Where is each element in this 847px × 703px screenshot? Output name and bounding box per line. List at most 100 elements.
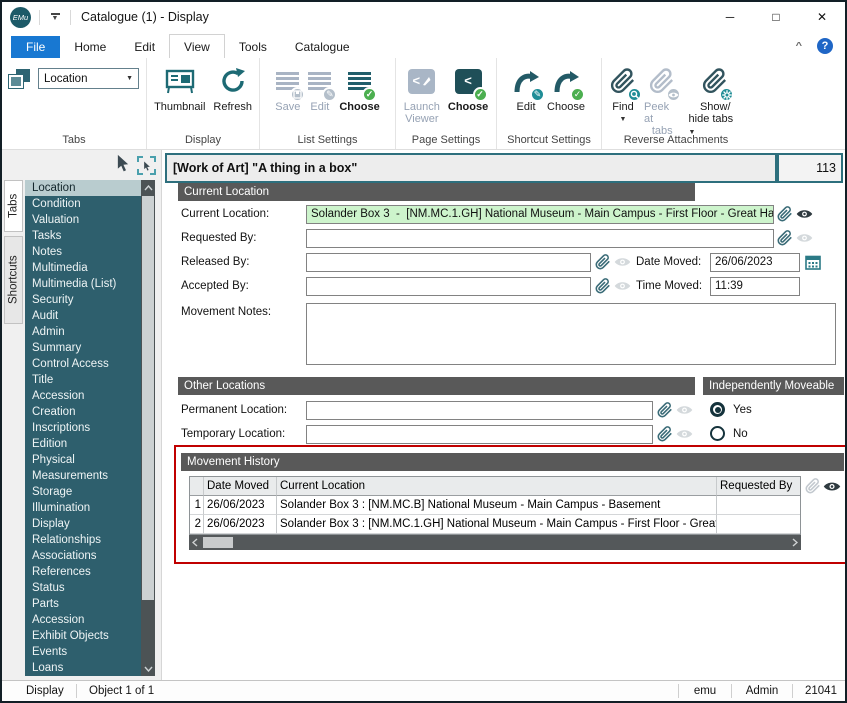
scroll-up-icon[interactable] xyxy=(141,180,155,195)
sidebar-item-status[interactable]: Status xyxy=(25,580,141,596)
sidebar-item-valuation[interactable]: Valuation xyxy=(25,212,141,228)
sidebar-item-parts[interactable]: Parts xyxy=(25,596,141,612)
sidebar-item-condition[interactable]: Condition xyxy=(25,196,141,212)
status-user: emu xyxy=(679,685,731,697)
table-cell: 26/06/2023 xyxy=(204,496,277,515)
date-moved-field[interactable]: 26/06/2023 xyxy=(710,253,800,272)
table-header-row: Date Moved Current Location Requested By xyxy=(190,477,800,496)
minimize-button[interactable]: ─ xyxy=(707,2,753,32)
sidebar-item-multimedia[interactable]: Multimedia xyxy=(25,260,141,276)
maximize-button[interactable]: □ xyxy=(753,2,799,32)
tab-catalogue[interactable]: Catalogue xyxy=(281,36,364,58)
scroll-left-icon[interactable] xyxy=(189,538,201,547)
sidebar-scrollbar[interactable] xyxy=(141,180,155,676)
sidebar-item-edition[interactable]: Edition xyxy=(25,436,141,452)
sidebar-item-accession[interactable]: Accession xyxy=(25,388,141,404)
scroll-right-icon[interactable] xyxy=(789,538,801,547)
tabs-combobox[interactable]: Location ▼ xyxy=(38,68,139,89)
tab-tools[interactable]: Tools xyxy=(225,36,281,58)
sidebar-item-audit[interactable]: Audit xyxy=(25,308,141,324)
table-row[interactable]: 126/06/2023Solander Box 3 : [NM.MC.B] Na… xyxy=(190,496,800,515)
table-horizontal-scrollbar[interactable] xyxy=(189,535,801,550)
sidebar-item-creation[interactable]: Creation xyxy=(25,404,141,420)
sidebar-item-display[interactable]: Display xyxy=(25,516,141,532)
tab-home[interactable]: Home xyxy=(60,36,120,58)
pointer-cursor-icon[interactable] xyxy=(115,154,131,177)
sidebar-item-inscriptions[interactable]: Inscriptions xyxy=(25,420,141,436)
attach-icon[interactable] xyxy=(656,425,674,443)
close-button[interactable]: ✕ xyxy=(799,2,845,32)
attach-icon[interactable] xyxy=(594,277,612,295)
shortcut-edit-button[interactable]: ✎ Edit xyxy=(509,64,543,113)
permanent-location-field[interactable] xyxy=(306,401,653,420)
sidebar-zone: Tabs Shortcuts LocationConditionValuatio… xyxy=(2,150,162,680)
record-title-field[interactable]: [Work of Art] "A thing in a box" xyxy=(165,153,777,183)
sidebar-item-control-access[interactable]: Control Access xyxy=(25,356,141,372)
attach-icon[interactable] xyxy=(656,401,674,419)
sidebar-item-security[interactable]: Security xyxy=(25,292,141,308)
scroll-down-icon[interactable] xyxy=(141,661,155,676)
movement-history-table[interactable]: Date Moved Current Location Requested By… xyxy=(189,476,801,535)
launch-viewer-icon: < xyxy=(408,64,435,98)
tab-view[interactable]: View xyxy=(169,34,225,58)
show-hide-attachments-icon xyxy=(702,64,728,98)
sidebar-item-illumination[interactable]: Illumination xyxy=(25,500,141,516)
sidebar-item-exhibit-objects[interactable]: Exhibit Objects xyxy=(25,628,141,644)
time-moved-field[interactable]: 11:39 xyxy=(710,277,800,296)
tab-edit[interactable]: Edit xyxy=(120,36,169,58)
eye-icon[interactable] xyxy=(795,205,813,223)
requested-by-field[interactable] xyxy=(306,229,774,248)
find-button[interactable]: Find ▼ xyxy=(606,64,640,139)
sidebar-item-references[interactable]: References xyxy=(25,564,141,580)
radio-yes[interactable] xyxy=(710,402,725,417)
scrollbar-thumb[interactable] xyxy=(142,196,154,600)
sidebar-item-multimedia-list-[interactable]: Multimedia (List) xyxy=(25,276,141,292)
sidebar-item-relationships[interactable]: Relationships xyxy=(25,532,141,548)
sidebar-item-loans[interactable]: Loans xyxy=(25,660,141,676)
movement-notes-field[interactable] xyxy=(306,303,836,365)
temporary-location-field[interactable] xyxy=(306,425,653,444)
accepted-by-field[interactable] xyxy=(306,277,591,296)
sidebar-item-events[interactable]: Events xyxy=(25,644,141,660)
scrollbar-thumb[interactable] xyxy=(203,537,233,548)
radio-no[interactable] xyxy=(710,426,725,441)
shortcut-choose-button[interactable]: ✓ Choose xyxy=(543,64,589,113)
collapse-ribbon-icon[interactable]: ^ xyxy=(796,41,802,51)
sidebar-item-location[interactable]: Location xyxy=(25,180,141,196)
select-region-icon[interactable] xyxy=(137,156,156,175)
attach-icon[interactable] xyxy=(594,253,612,271)
sidebar-item-notes[interactable]: Notes xyxy=(25,244,141,260)
released-by-field[interactable] xyxy=(306,253,591,272)
calendar-icon[interactable] xyxy=(804,253,822,271)
sidebar-item-title[interactable]: Title xyxy=(25,372,141,388)
show-hide-tabs-button[interactable]: Show/ hide tabs ▼ xyxy=(685,64,746,139)
record-page: [Work of Art] "A thing in a box" 113 Cur… xyxy=(163,150,845,680)
launch-viewer-button: < Launch Viewer xyxy=(400,64,444,125)
help-icon[interactable]: ? xyxy=(817,38,833,54)
record-number-field[interactable]: 113 xyxy=(777,153,843,183)
sidebar-item-associations[interactable]: Associations xyxy=(25,548,141,564)
attach-icon[interactable] xyxy=(776,205,794,223)
current-location-field[interactable]: Solander Box 3 - [NM.MC.1.GH] National M… xyxy=(306,205,774,224)
tab-file[interactable]: File xyxy=(11,36,60,58)
eye-icon[interactable] xyxy=(823,477,841,495)
group-label-page-settings: Page Settings xyxy=(396,134,496,146)
refresh-button[interactable]: Refresh xyxy=(209,64,256,113)
vertical-tab-shortcuts[interactable]: Shortcuts xyxy=(4,236,23,324)
attach-icon-disabled xyxy=(804,477,822,495)
sidebar-item-physical[interactable]: Physical xyxy=(25,452,141,468)
table-cell xyxy=(717,515,800,534)
sidebar-item-admin[interactable]: Admin xyxy=(25,324,141,340)
sidebar-item-summary[interactable]: Summary xyxy=(25,340,141,356)
sidebar-item-accession[interactable]: Accession xyxy=(25,612,141,628)
quick-access-dropdown-icon[interactable]: ▼ xyxy=(48,13,62,21)
table-row[interactable]: 226/06/2023Solander Box 3 : [NM.MC.1.GH]… xyxy=(190,515,800,534)
page-choose-button[interactable]: < ✓ Choose xyxy=(444,64,492,125)
sidebar-item-measurements[interactable]: Measurements xyxy=(25,468,141,484)
list-choose-button[interactable]: ✓ Choose xyxy=(335,64,383,113)
sidebar-item-storage[interactable]: Storage xyxy=(25,484,141,500)
sidebar-item-tasks[interactable]: Tasks xyxy=(25,228,141,244)
vertical-tab-tabs[interactable]: Tabs xyxy=(4,180,23,232)
attach-icon[interactable] xyxy=(776,229,794,247)
thumbnail-button[interactable]: Thumbnail xyxy=(150,64,209,113)
